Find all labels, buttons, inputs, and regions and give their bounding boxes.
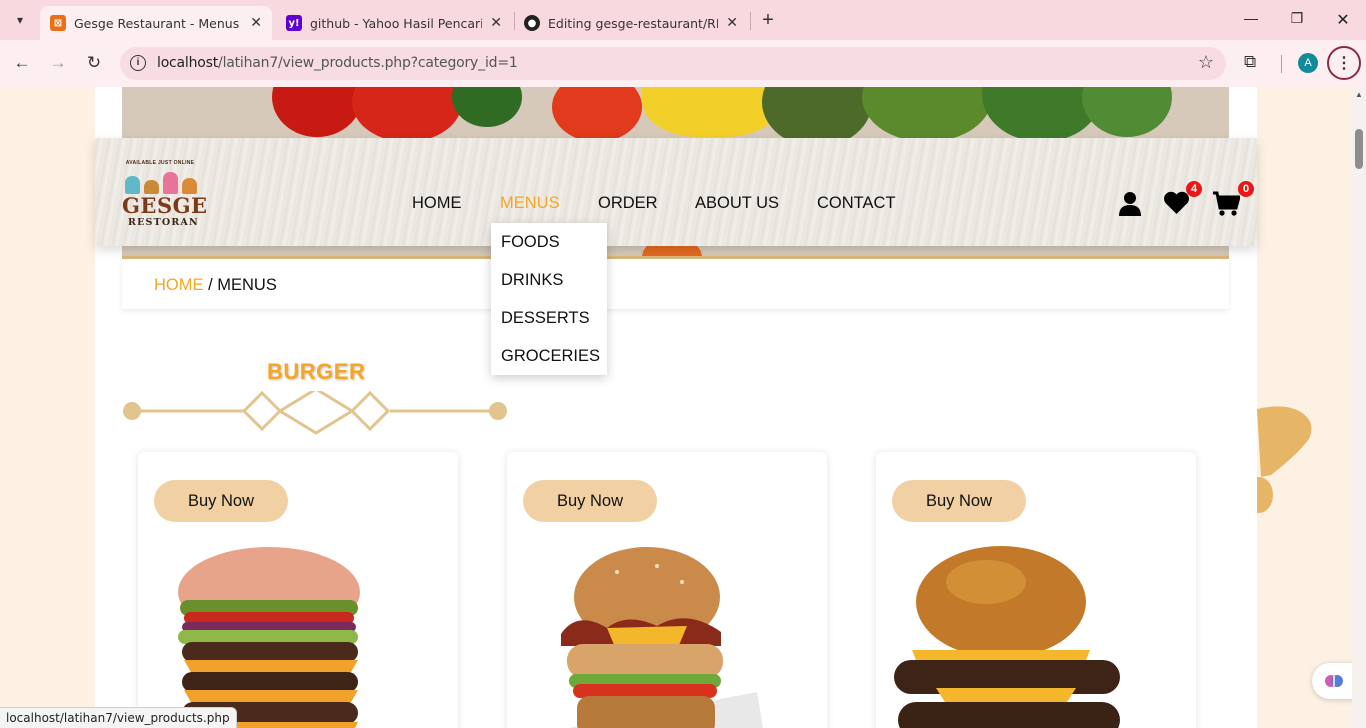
close-tab-icon[interactable]: ✕ [726, 15, 738, 31]
user-icon[interactable] [1118, 191, 1142, 222]
site-info-icon[interactable]: i [130, 55, 146, 71]
browser-tab-strip: ▾ ⊠ Gesge Restaurant - Menus ✕ y! github… [0, 0, 1366, 40]
double-cheeseburger-image [894, 546, 1120, 728]
breadcrumb-separator: / [203, 276, 218, 294]
nav-home[interactable]: HOME [412, 194, 462, 213]
product-card: Buy Now [507, 452, 827, 728]
wishlist-count-badge: 4 [1186, 181, 1202, 197]
buy-now-button[interactable]: Buy Now [154, 480, 288, 522]
buy-now-button[interactable]: Buy Now [523, 480, 657, 522]
menus-dropdown: FOODS DRINKS DESSERTS GROCERIES [491, 223, 607, 375]
new-tab-icon[interactable]: + [758, 9, 778, 32]
toolbar-separator [1281, 55, 1282, 73]
stacked-cheeseburger-image [178, 547, 360, 728]
url-path: /latihan7/view_products.php?category_id=… [218, 55, 518, 71]
page-content: AVAILABLE JUST ONLINE GESGE RESTORAN HOM… [95, 87, 1257, 728]
dropdown-item-drinks[interactable]: DRINKS [501, 271, 563, 290]
bookmark-star-icon[interactable]: ☆ [1198, 52, 1214, 73]
nav-menus[interactable]: MENUS [500, 194, 560, 213]
minimize-icon[interactable]: — [1241, 10, 1261, 26]
scroll-up-arrow-icon[interactable]: ▲ [1355, 90, 1363, 99]
address-bar[interactable]: i localhost/latihan7/view_products.php?c… [120, 47, 1226, 80]
xampp-favicon-icon: ⊠ [50, 15, 66, 31]
close-tab-icon[interactable]: ✕ [490, 15, 502, 31]
nav-order[interactable]: ORDER [598, 194, 658, 213]
extensions-icon[interactable]: ⧉ [1244, 52, 1256, 72]
assistant-brain-icon[interactable] [1312, 663, 1352, 699]
tab-title: Gesge Restaurant - Menus [74, 15, 240, 31]
decorative-shape [1257, 406, 1312, 513]
tab-title: github - Yahoo Hasil Pencarian [310, 15, 483, 31]
browser-toolbar: ← → ↻ i localhost/latihan7/view_products… [0, 40, 1366, 87]
cart-icon[interactable]: 0 [1212, 181, 1254, 222]
close-window-icon[interactable]: ✕ [1333, 10, 1353, 30]
close-tab-icon[interactable]: ✕ [250, 15, 262, 31]
dropdown-item-groceries[interactable]: GROCERIES [501, 347, 600, 366]
yahoo-favicon-icon: y! [286, 15, 302, 31]
breadcrumb: HOME / MENUS [122, 259, 1229, 309]
back-icon[interactable]: ← [11, 52, 33, 74]
logo-tagline: AVAILABLE JUST ONLINE [125, 160, 195, 166]
wishlist-heart-icon[interactable]: 4 [1163, 181, 1202, 220]
nav-contact[interactable]: CONTACT [817, 194, 896, 213]
address-url[interactable]: localhost/latihan7/view_products.php?cat… [157, 55, 518, 71]
buy-now-button[interactable]: Buy Now [892, 480, 1026, 522]
breadcrumb-home-link[interactable]: HOME [154, 276, 204, 294]
tab-search-icon[interactable]: ▾ [8, 8, 32, 32]
page-scrollbar[interactable]: ▲ [1352, 87, 1366, 728]
dropdown-item-foods[interactable]: FOODS [501, 233, 560, 252]
link-status-bar: localhost/latihan7/view_products.php [0, 707, 237, 728]
product-card: Buy Now [138, 452, 458, 728]
reload-icon[interactable]: ↻ [83, 52, 105, 74]
page-viewport: AVAILABLE JUST ONLINE GESGE RESTORAN HOM… [0, 87, 1352, 728]
gesge-logo[interactable]: AVAILABLE JUST ONLINE GESGE RESTORAN [120, 160, 208, 240]
logo-food-illustration [123, 170, 199, 194]
dropdown-item-desserts[interactable]: DESSERTS [501, 309, 590, 328]
scroll-thumb[interactable] [1355, 129, 1363, 169]
github-favicon-icon: ● [524, 15, 540, 31]
tab-gesge-restaurant[interactable]: ⊠ Gesge Restaurant - Menus ✕ [40, 6, 272, 40]
restore-icon[interactable]: ❐ [1287, 10, 1307, 27]
browser-menu-icon[interactable]: ⋮ [1327, 46, 1361, 80]
nav-about-us[interactable]: ABOUT US [695, 194, 779, 213]
site-navbar: AVAILABLE JUST ONLINE GESGE RESTORAN HOM… [95, 138, 1257, 246]
forward-icon[interactable]: → [47, 52, 69, 74]
section-title: BURGER [267, 359, 366, 384]
logo-name: GESGE [122, 193, 208, 218]
cart-count-badge: 0 [1238, 181, 1254, 197]
profile-avatar[interactable]: A [1298, 53, 1318, 73]
product-card: Buy Now [876, 452, 1196, 728]
tab-github-editing[interactable]: ● Editing gesge-restaurant/READI ✕ [514, 6, 748, 40]
breadcrumb-current: MENUS [217, 276, 277, 294]
url-host: localhost [157, 55, 219, 71]
tab-title: Editing gesge-restaurant/READI [548, 15, 718, 31]
tab-yahoo-search[interactable]: y! github - Yahoo Hasil Pencarian ✕ [276, 6, 512, 40]
tab-separator [750, 12, 751, 30]
logo-subtitle: RESTORAN [128, 217, 199, 228]
chicken-bacon-burger-image [561, 547, 763, 728]
section-divider-ornament [123, 391, 507, 435]
